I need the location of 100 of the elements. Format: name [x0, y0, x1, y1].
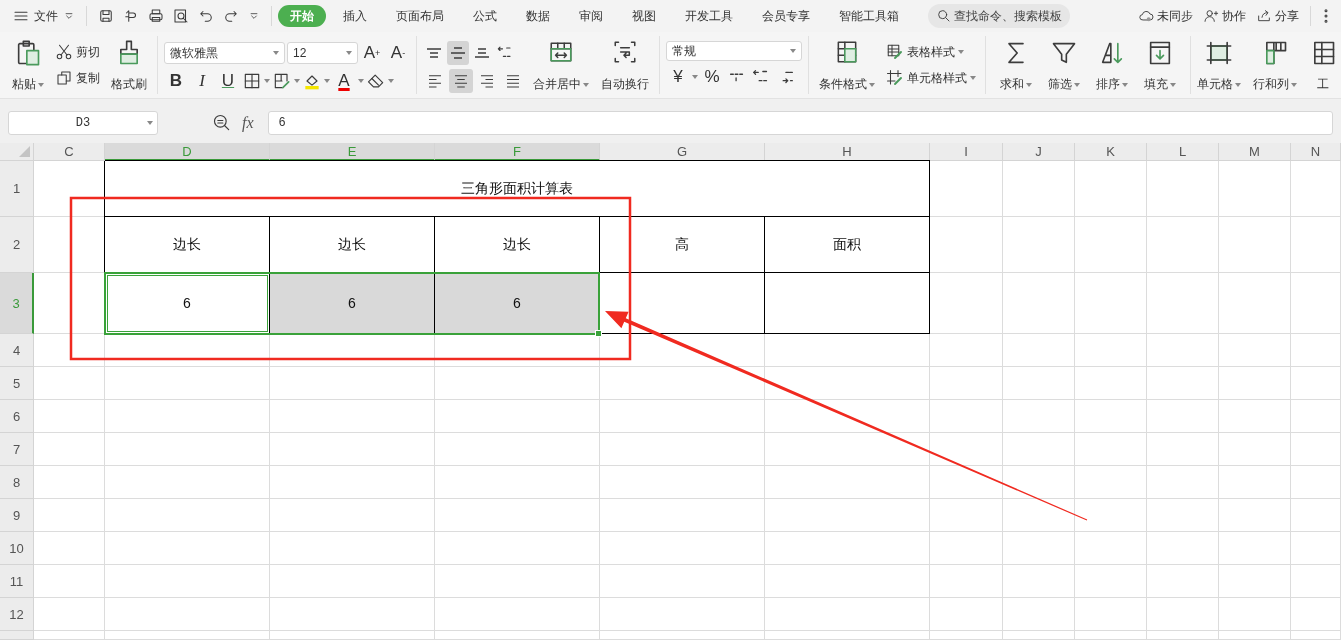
sheet-cell[interactable] — [1003, 532, 1075, 565]
ribbon-tab[interactable]: 审阅 — [567, 5, 615, 27]
sheet-cell[interactable] — [435, 499, 600, 532]
sheet-cell[interactable] — [1003, 217, 1075, 273]
column-header[interactable]: C — [34, 143, 105, 161]
sheet-cell[interactable] — [1003, 631, 1075, 640]
row-header[interactable]: 10 — [0, 532, 34, 565]
sheet-cell[interactable] — [435, 598, 600, 631]
sheet-cell[interactable] — [930, 598, 1003, 631]
sum-button[interactable]: 求和 — [996, 39, 1036, 93]
function-button[interactable]: fx — [242, 114, 254, 132]
fill-handle[interactable] — [595, 330, 602, 337]
sheet-cell[interactable] — [34, 565, 105, 598]
row-header[interactable]: 8 — [0, 466, 34, 499]
horizontal-align-button[interactable] — [449, 69, 473, 93]
sheet-cell[interactable] — [1291, 367, 1341, 400]
sheet-cell[interactable] — [34, 499, 105, 532]
sheet-cell[interactable] — [1147, 161, 1219, 217]
sheet-cell[interactable] — [1219, 161, 1291, 217]
sheet-cell[interactable] — [34, 598, 105, 631]
sheet-cell[interactable] — [1291, 466, 1341, 499]
sheet-cell[interactable] — [600, 631, 765, 640]
sheet-cell[interactable] — [930, 631, 1003, 640]
row-header[interactable] — [0, 631, 34, 640]
sheet-cell[interactable] — [1291, 532, 1341, 565]
sheet-cell[interactable] — [1147, 598, 1219, 631]
sheet-cell[interactable] — [34, 631, 105, 640]
sheet-cell[interactable] — [34, 367, 105, 400]
sheet-cell[interactable] — [765, 598, 930, 631]
sheet-cell[interactable] — [1291, 499, 1341, 532]
sheet-cell[interactable] — [930, 532, 1003, 565]
merge-center-button[interactable]: 合并居中 — [529, 39, 593, 93]
sheet-cell[interactable] — [1003, 433, 1075, 466]
cell-pattern-icon[interactable] — [272, 71, 292, 91]
sheet-cell[interactable] — [435, 466, 600, 499]
table-cell[interactable]: 面积 — [765, 217, 930, 273]
sheet-cell[interactable] — [1003, 273, 1075, 334]
sheet-cell[interactable] — [1147, 433, 1219, 466]
cell-style-button[interactable]: 单元格样式 — [883, 67, 979, 89]
sheet-cell[interactable] — [105, 499, 270, 532]
print-preview-icon[interactable] — [172, 7, 190, 25]
sheet-cell[interactable] — [765, 334, 930, 367]
table-cell[interactable]: 边长 — [435, 217, 600, 273]
sheet-cell[interactable] — [1147, 466, 1219, 499]
filter-button[interactable]: 筛选 — [1044, 39, 1084, 93]
sheet-cell[interactable] — [1219, 466, 1291, 499]
sheet-cell[interactable] — [765, 631, 930, 640]
font-size-select[interactable]: 12 — [287, 42, 358, 64]
column-header[interactable]: J — [1003, 143, 1075, 161]
sheet-cell[interactable] — [1219, 532, 1291, 565]
sheet-cell[interactable] — [270, 598, 435, 631]
currency-button[interactable]: ¥ — [666, 65, 690, 89]
table-cell[interactable]: 高 — [600, 217, 765, 273]
font-name-select[interactable]: 微软雅黑 — [164, 42, 285, 64]
sheet-cell[interactable] — [1075, 532, 1147, 565]
sheet-cell[interactable] — [1147, 499, 1219, 532]
sheet-cell[interactable] — [34, 433, 105, 466]
sheet-cell[interactable] — [1219, 598, 1291, 631]
column-header[interactable]: H — [765, 143, 930, 161]
sheet-cell[interactable] — [1219, 367, 1291, 400]
borders-icon[interactable] — [242, 71, 262, 91]
percent-button[interactable]: % — [700, 65, 724, 89]
sheet-cell[interactable] — [1219, 565, 1291, 598]
sheet-cell[interactable] — [270, 532, 435, 565]
column-header[interactable]: L — [1147, 143, 1219, 161]
sheet-cell[interactable] — [270, 400, 435, 433]
ribbon-tab[interactable]: 数据 — [514, 5, 562, 27]
select-all-corner[interactable] — [0, 143, 34, 161]
vertical-align-button[interactable] — [447, 41, 469, 65]
sheet-cell[interactable] — [1075, 565, 1147, 598]
sheet-cell[interactable] — [1147, 273, 1219, 334]
sheet-cell[interactable] — [105, 400, 270, 433]
sheet-cell[interactable] — [1147, 217, 1219, 273]
sheet-cell[interactable] — [105, 565, 270, 598]
sheet-cell[interactable] — [34, 400, 105, 433]
table-style-button[interactable]: 表格样式 — [883, 41, 979, 63]
sheet-cell[interactable] — [1003, 367, 1075, 400]
print-icon[interactable] — [147, 7, 165, 25]
sheet-cell[interactable] — [435, 400, 600, 433]
sheet-cell[interactable] — [270, 631, 435, 640]
row-header[interactable]: 6 — [0, 400, 34, 433]
table-cell[interactable]: 6 — [435, 273, 600, 334]
sheet-cell[interactable] — [1075, 367, 1147, 400]
sheet-cell[interactable] — [930, 565, 1003, 598]
sheet-cell[interactable] — [1291, 631, 1341, 640]
sheet-cell[interactable] — [1075, 273, 1147, 334]
italic-button[interactable]: I — [190, 69, 214, 93]
sheet-cell[interactable] — [105, 598, 270, 631]
sheet-cell[interactable] — [1075, 334, 1147, 367]
sheet-cell[interactable] — [1075, 400, 1147, 433]
fill-button[interactable]: 填充 — [1140, 39, 1180, 93]
table-cell[interactable]: 三角形面积计算表 — [105, 161, 930, 217]
ribbon-tab[interactable]: 公式 — [461, 5, 509, 27]
sheet-cell[interactable] — [1219, 334, 1291, 367]
sheet-cell[interactable] — [600, 565, 765, 598]
sheet-cell[interactable] — [765, 532, 930, 565]
column-header[interactable]: I — [930, 143, 1003, 161]
sheet-cell[interactable] — [1075, 161, 1147, 217]
font-color-button[interactable]: A — [332, 69, 356, 93]
sheet-cell[interactable] — [1291, 565, 1341, 598]
